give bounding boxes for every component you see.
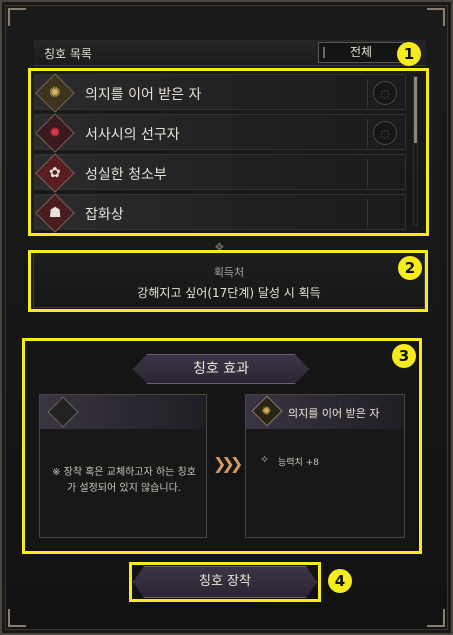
title-list-heading: 칭호 목록 <box>44 47 92 61</box>
marker-badge: 3 <box>392 344 416 368</box>
marker-badge: 1 <box>397 42 421 66</box>
highlight-box <box>28 68 429 236</box>
highlight-box <box>28 250 428 312</box>
highlight-box <box>129 562 321 602</box>
frame-corner <box>8 8 26 26</box>
frame-corner <box>427 609 445 627</box>
title-list-header: 칭호 목록 전체 <box>34 40 426 66</box>
frame-corner <box>427 8 445 26</box>
marker-badge: 4 <box>328 569 352 593</box>
frame-corner <box>8 609 26 627</box>
marker-badge: 2 <box>398 256 422 280</box>
highlight-box <box>22 338 422 554</box>
filter-dropdown[interactable]: 전체 <box>318 42 404 63</box>
